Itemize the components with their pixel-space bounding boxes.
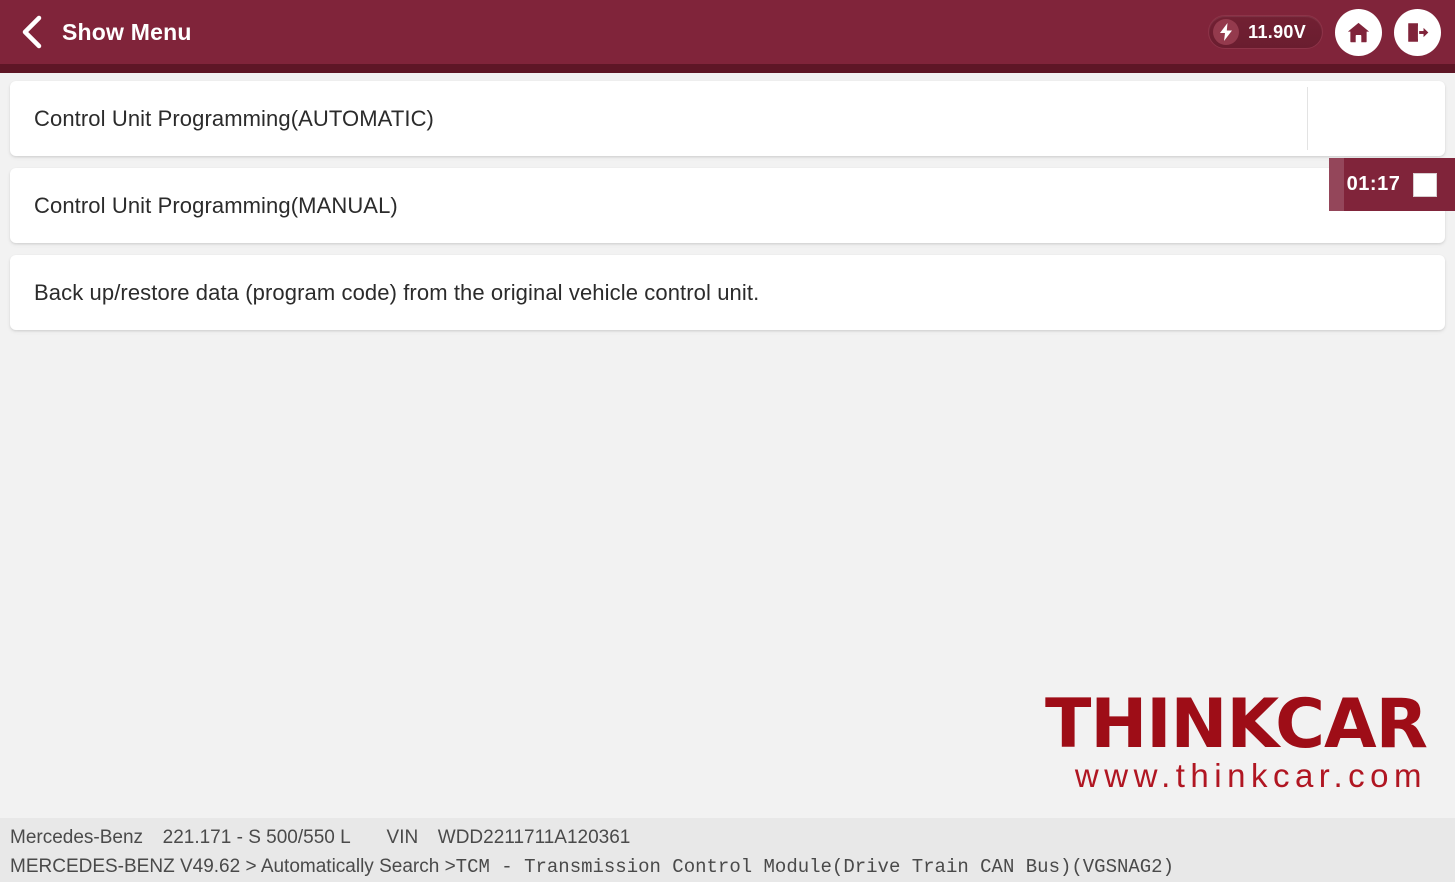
breadcrumb-separator: > xyxy=(444,856,456,877)
vehicle-model: 221.171 - S 500/550 L xyxy=(162,827,350,848)
breadcrumb: MERCEDES-BENZ V49.62 > Automatically Sea… xyxy=(10,852,1455,882)
exit-icon xyxy=(1405,20,1430,45)
main-content: Control Unit Programming(AUTOMATIC) Cont… xyxy=(0,73,1455,818)
voltage-value: 11.90V xyxy=(1248,21,1306,42)
header-actions: 11.90V xyxy=(1208,8,1455,56)
breadcrumb-software: MERCEDES-BENZ V49.62 xyxy=(10,856,241,877)
list-item-divider xyxy=(1307,87,1308,150)
menu-list: Control Unit Programming(AUTOMATIC) Cont… xyxy=(10,81,1445,330)
brand-name: THINKCAR xyxy=(1044,684,1428,764)
vehicle-info-line: Mercedes-Benz 221.171 - S 500/550 L VIN … xyxy=(10,823,1455,852)
chevron-left-icon xyxy=(20,15,42,49)
exit-button[interactable] xyxy=(1394,8,1441,56)
breadcrumb-step-module: TCM - Transmission Control Module(Drive … xyxy=(455,856,1174,878)
home-button[interactable] xyxy=(1335,8,1382,56)
breadcrumb-step-search: Automatically Search xyxy=(260,856,440,877)
vin-label: VIN xyxy=(386,827,419,848)
menu-item-label: Control Unit Programming(MANUAL) xyxy=(34,192,398,218)
brand-watermark: THINKCAR www.thinkcar.com xyxy=(1044,684,1428,795)
menu-item-label: Control Unit Programming(AUTOMATIC) xyxy=(34,105,434,131)
list-item[interactable]: Control Unit Programming(MANUAL) xyxy=(10,168,1445,243)
app-root: Show Menu 11.90V Control Unit Programmin… xyxy=(0,0,1455,882)
voltage-indicator: 11.90V xyxy=(1208,15,1323,49)
home-icon xyxy=(1346,20,1371,45)
breadcrumb-separator: > xyxy=(245,856,257,877)
page-title: Show Menu xyxy=(62,18,192,45)
back-button[interactable] xyxy=(8,0,54,64)
vin-value: WDD2211711A120361 xyxy=(437,827,631,848)
status-bar: Mercedes-Benz 221.171 - S 500/550 L VIN … xyxy=(0,818,1455,882)
timer-elapsed: 01:17 xyxy=(1346,173,1401,195)
timer-overlay: 01:17 xyxy=(1329,158,1455,211)
app-header: Show Menu 11.90V xyxy=(0,0,1455,64)
list-item[interactable]: Control Unit Programming(AUTOMATIC) xyxy=(10,81,1445,156)
stop-square-icon[interactable] xyxy=(1413,172,1438,197)
list-item[interactable]: Back up/restore data (program code) from… xyxy=(10,255,1445,330)
brand-url: www.thinkcar.com xyxy=(1074,757,1427,795)
lightning-bolt-icon xyxy=(1213,19,1240,45)
vehicle-make: Mercedes-Benz xyxy=(10,827,144,848)
menu-item-label: Back up/restore data (program code) from… xyxy=(34,279,760,305)
header-accent-strip xyxy=(0,64,1455,73)
